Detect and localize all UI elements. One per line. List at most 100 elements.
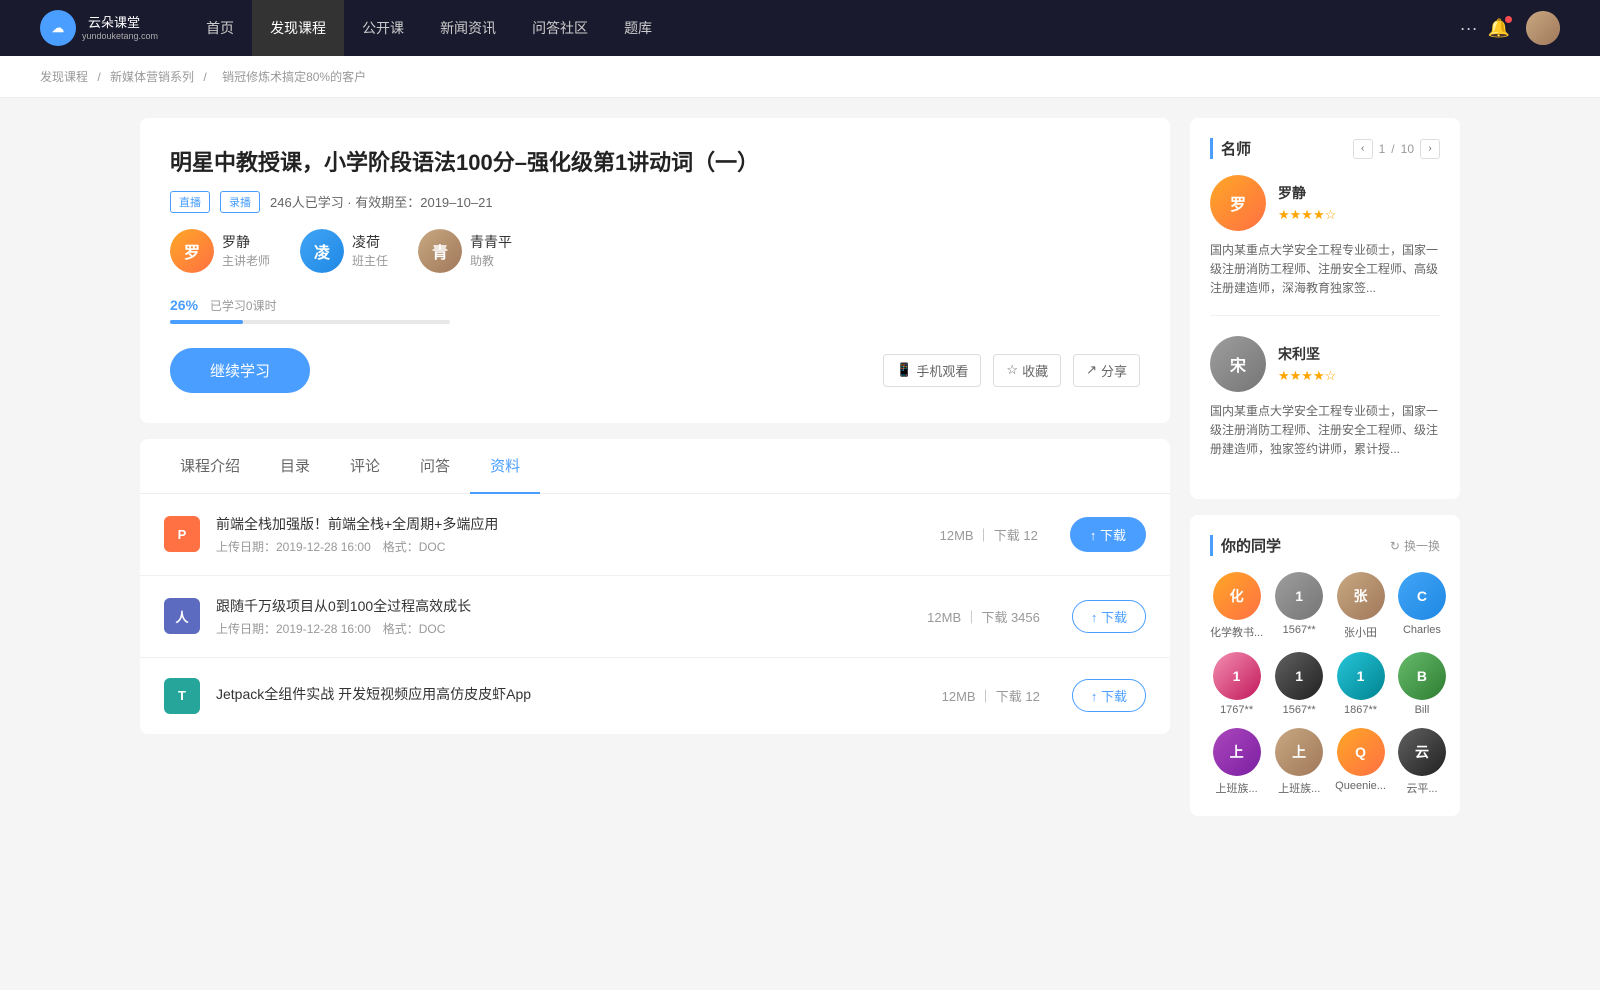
- classmate-avatar-img: 1: [1213, 652, 1261, 700]
- classmate-avatar-img: 1: [1337, 652, 1385, 700]
- more-nav-button[interactable]: ···: [1450, 18, 1488, 39]
- logo[interactable]: ☁ 云朵课堂 yundouketang.com: [40, 10, 158, 46]
- avatar-image: [1526, 11, 1560, 45]
- sidebar-teacher-0: 罗 罗静 ★★★★☆ 国内某重点大学安全工程专业硕士，国家一级注册消防工程师、注…: [1210, 175, 1440, 316]
- classmate-item-4[interactable]: 1 1767**: [1210, 652, 1263, 716]
- mobile-view-button[interactable]: 📱 手机观看: [883, 354, 981, 387]
- classmate-item-0[interactable]: 化 化学教书...: [1210, 572, 1263, 640]
- classmate-avatar: 1: [1275, 572, 1323, 620]
- file-name: 跟随千万级项目从0到100全过程高效成长: [216, 596, 911, 616]
- progress-section: 26% 已学习0课时: [170, 297, 1140, 324]
- tab-目录[interactable]: 目录: [260, 439, 330, 494]
- teacher-item: 罗 罗静 主讲老师: [170, 229, 270, 273]
- teacher-avatar: 罗: [170, 229, 214, 273]
- classmate-name: 上班族...: [1278, 780, 1320, 796]
- teacher-profile-header: 宋 宋利坚 ★★★★☆: [1210, 336, 1440, 392]
- teacher-name: 罗静: [222, 232, 270, 252]
- breadcrumb-sep-1: /: [97, 70, 104, 84]
- sidebar-teacher-stars: ★★★★☆: [1278, 368, 1336, 384]
- nav-item-问答社区[interactable]: 问答社区: [514, 0, 606, 56]
- classmate-avatar-img: 云: [1398, 728, 1446, 776]
- teacher-name: 凌荷: [352, 232, 388, 252]
- classmate-item-5[interactable]: 1 1567**: [1275, 652, 1323, 716]
- nav-item-公开课[interactable]: 公开课: [344, 0, 422, 56]
- nav-item-新闻资讯[interactable]: 新闻资讯: [422, 0, 514, 56]
- file-list: P 前端全栈加强版！前端全栈+全周期+多端应用 上传日期：2019-12-28 …: [140, 494, 1170, 734]
- file-name: 前端全栈加强版！前端全栈+全周期+多端应用: [216, 514, 924, 534]
- download-button[interactable]: ↑ 下载: [1072, 679, 1146, 712]
- file-info: Jetpack全组件实战 开发短视频应用高仿皮皮虾App: [216, 684, 926, 708]
- teachers-pagination: ‹ 1/10 ›: [1353, 139, 1440, 159]
- teacher-name: 青青平: [470, 232, 512, 252]
- breadcrumb-link-1[interactable]: 发现课程: [40, 70, 88, 84]
- collect-button[interactable]: ☆ 收藏: [993, 354, 1061, 387]
- user-avatar[interactable]: [1526, 11, 1560, 45]
- classmate-item-8[interactable]: 上 上班族...: [1210, 728, 1263, 796]
- classmate-avatar-img: 上: [1213, 728, 1261, 776]
- download-button[interactable]: ↑ 下载: [1070, 517, 1146, 552]
- teacher-avatar-img: 凌: [300, 229, 344, 273]
- course-meta: 直播 录播 246人已学习 · 有效期至：2019–10–21: [170, 191, 1140, 213]
- refresh-classmates-button[interactable]: ↻ 换一换: [1390, 537, 1440, 554]
- classmate-avatar-img: 张: [1337, 572, 1385, 620]
- teacher-item: 凌 凌荷 班主任: [300, 229, 388, 273]
- classmate-avatar-img: 1: [1275, 652, 1323, 700]
- tab-问答[interactable]: 问答: [400, 439, 470, 494]
- classmate-item-7[interactable]: B Bill: [1398, 652, 1446, 716]
- classmate-avatar: 1: [1337, 652, 1385, 700]
- classmate-name: 1767**: [1220, 704, 1253, 716]
- prev-page-button[interactable]: ‹: [1353, 139, 1373, 159]
- sidebar-teacher-name: 罗静: [1278, 183, 1336, 203]
- breadcrumb-link-2[interactable]: 新媒体营销系列: [110, 70, 194, 84]
- classmate-name: Charles: [1403, 624, 1441, 636]
- classmate-avatar-img: 1: [1275, 572, 1323, 620]
- classmate-item-10[interactable]: Q Queenie...: [1335, 728, 1386, 796]
- logo-text: 云朵课堂: [88, 15, 158, 31]
- tabs-header: 课程介绍目录评论问答资料: [140, 439, 1170, 494]
- classmate-avatar: C: [1398, 572, 1446, 620]
- logo-icon: ☁: [40, 10, 76, 46]
- sidebar-teacher-info: 罗静 ★★★★☆: [1278, 183, 1336, 223]
- classmate-item-11[interactable]: 云 云平...: [1398, 728, 1446, 796]
- teachers-card-header: 名师 ‹ 1/10 ›: [1210, 138, 1440, 159]
- nav-item-首页[interactable]: 首页: [188, 0, 252, 56]
- classmate-item-9[interactable]: 上 上班族...: [1275, 728, 1323, 796]
- breadcrumb: 发现课程 / 新媒体营销系列 / 销冠修炼术搞定80%的客户: [0, 56, 1600, 98]
- tab-课程介绍[interactable]: 课程介绍: [160, 439, 260, 494]
- file-item-0: P 前端全栈加强版！前端全栈+全周期+多端应用 上传日期：2019-12-28 …: [140, 494, 1170, 576]
- teacher-role: 助教: [470, 252, 512, 269]
- next-page-button[interactable]: ›: [1420, 139, 1440, 159]
- classmate-item-1[interactable]: 1 1567**: [1275, 572, 1323, 640]
- nav-item-发现课程[interactable]: 发现课程: [252, 0, 344, 56]
- continue-learning-button[interactable]: 继续学习: [170, 348, 310, 393]
- file-item-2: T Jetpack全组件实战 开发短视频应用高仿皮皮虾App 12MB ｜ 下载…: [140, 658, 1170, 734]
- star-icon: ☆: [1006, 362, 1018, 378]
- main-container: 明星中教授课，小学阶段语法100分–强化级第1讲动词（一） 直播 录播 246人…: [100, 98, 1500, 836]
- teacher-role: 班主任: [352, 252, 388, 269]
- classmate-avatar-img: C: [1398, 572, 1446, 620]
- teacher-info: 青青平 助教: [470, 232, 512, 269]
- header: ☁ 云朵课堂 yundouketang.com 首页发现课程公开课新闻资讯问答社…: [0, 0, 1600, 56]
- classmate-name: Bill: [1415, 704, 1430, 716]
- teacher-info: 凌荷 班主任: [352, 232, 388, 269]
- sidebar-teacher-stars: ★★★★☆: [1278, 207, 1336, 223]
- header-right: 🔔: [1488, 11, 1560, 45]
- classmate-item-2[interactable]: 张 张小田: [1335, 572, 1386, 640]
- tab-评论[interactable]: 评论: [330, 439, 400, 494]
- classmate-name: 上班族...: [1216, 780, 1258, 796]
- sidebar-teacher-avatar: 宋: [1210, 336, 1266, 392]
- notification-bell[interactable]: 🔔: [1488, 18, 1510, 39]
- tab-资料[interactable]: 资料: [470, 439, 540, 494]
- classmate-item-3[interactable]: C Charles: [1398, 572, 1446, 640]
- download-button[interactable]: ↑ 下载: [1072, 600, 1146, 633]
- badge-record: 录播: [220, 191, 260, 213]
- share-button[interactable]: ↗ 分享: [1073, 354, 1140, 387]
- logo-sub: yundouketang.com: [82, 31, 158, 41]
- nav-item-题库[interactable]: 题库: [606, 0, 670, 56]
- classmates-card: 你的同学 ↻ 换一换 化 化学教书... 1 1567** 张 张小田 C Ch…: [1190, 515, 1460, 816]
- action-buttons: 📱 手机观看 ☆ 收藏 ↗ 分享: [883, 354, 1140, 387]
- course-card: 明星中教授课，小学阶段语法100分–强化级第1讲动词（一） 直播 录播 246人…: [140, 118, 1170, 423]
- progress-bar-bg: [170, 320, 450, 324]
- classmate-item-6[interactable]: 1 1867**: [1335, 652, 1386, 716]
- mobile-icon: 📱: [896, 362, 912, 378]
